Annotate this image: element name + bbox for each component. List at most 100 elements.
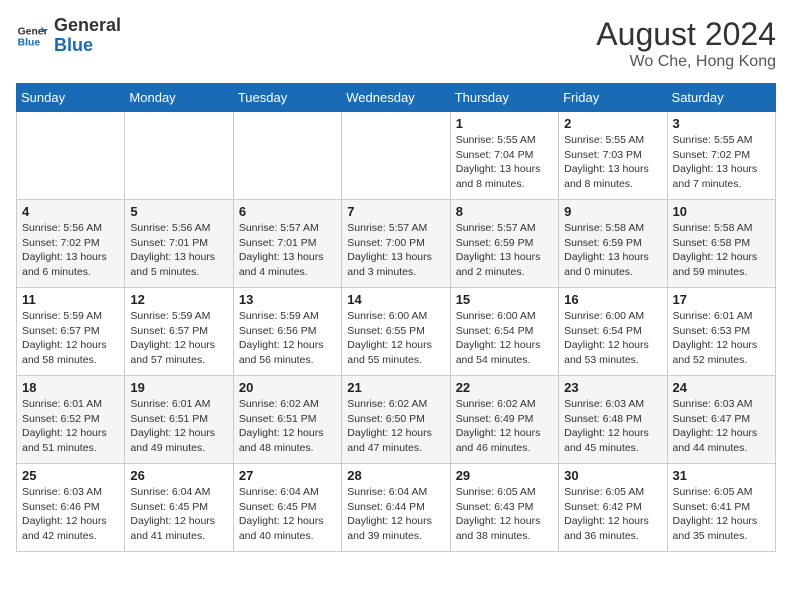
day-number: 24 [673, 380, 770, 395]
day-number: 20 [239, 380, 336, 395]
day-info: Sunrise: 6:02 AMSunset: 6:49 PMDaylight:… [456, 397, 553, 456]
day-info: Sunrise: 5:57 AMSunset: 7:00 PMDaylight:… [347, 221, 444, 280]
day-info: Sunrise: 6:03 AMSunset: 6:46 PMDaylight:… [22, 485, 119, 544]
logo-text: General Blue [54, 16, 121, 56]
day-number: 18 [22, 380, 119, 395]
day-number: 17 [673, 292, 770, 307]
calendar-cell: 28 Sunrise: 6:04 AMSunset: 6:44 PMDayligh… [342, 464, 450, 552]
day-info: Sunrise: 6:01 AMSunset: 6:51 PMDaylight:… [130, 397, 227, 456]
calendar-cell: 18 Sunrise: 6:01 AMSunset: 6:52 PMDayligh… [17, 376, 125, 464]
day-info: Sunrise: 5:56 AMSunset: 7:01 PMDaylight:… [130, 221, 227, 280]
day-number: 8 [456, 204, 553, 219]
calendar-cell: 21 Sunrise: 6:02 AMSunset: 6:50 PMDayligh… [342, 376, 450, 464]
day-info: Sunrise: 5:57 AMSunset: 7:01 PMDaylight:… [239, 221, 336, 280]
day-number: 28 [347, 468, 444, 483]
day-number: 13 [239, 292, 336, 307]
calendar-cell: 27Sunrise: 6:04 AMSunset: 6:45 PMDayligh… [233, 464, 341, 552]
day-number: 12 [130, 292, 227, 307]
day-number: 6 [239, 204, 336, 219]
logo: General Blue General Blue [16, 16, 121, 56]
page-header: General Blue General Blue August 2024 Wo… [16, 16, 776, 71]
day-info: Sunrise: 5:58 AMSunset: 6:58 PMDaylight:… [673, 221, 770, 280]
day-number: 19 [130, 380, 227, 395]
calendar-cell: 19 Sunrise: 6:01 AMSunset: 6:51 PMDayligh… [125, 376, 233, 464]
day-header-tuesday: Tuesday [233, 84, 341, 112]
calendar-cell: 10 Sunrise: 5:58 AMSunset: 6:58 PMDayligh… [667, 200, 775, 288]
calendar-cell: 16 Sunrise: 6:00 AMSunset: 6:54 PMDayligh… [559, 288, 667, 376]
calendar-cell: 5 Sunrise: 5:56 AMSunset: 7:01 PMDaylight… [125, 200, 233, 288]
calendar-cell: 9 Sunrise: 5:58 AMSunset: 6:59 PMDaylight… [559, 200, 667, 288]
day-number: 29 [456, 468, 553, 483]
calendar-cell: 4 Sunrise: 5:56 AMSunset: 7:02 PMDaylight… [17, 200, 125, 288]
day-info: Sunrise: 5:55 AMSunset: 7:02 PMDaylight:… [673, 133, 770, 192]
day-info: Sunrise: 5:56 AMSunset: 7:02 PMDaylight:… [22, 221, 119, 280]
day-number: 16 [564, 292, 661, 307]
day-header-friday: Friday [559, 84, 667, 112]
day-header-wednesday: Wednesday [342, 84, 450, 112]
day-info: Sunrise: 6:02 AMSunset: 6:51 PMDaylight:… [239, 397, 336, 456]
day-info: Sunrise: 6:01 AMSunset: 6:52 PMDaylight:… [22, 397, 119, 456]
day-number: 9 [564, 204, 661, 219]
day-number: 3 [673, 116, 770, 131]
day-number: 31 [673, 468, 770, 483]
svg-text:Blue: Blue [18, 37, 41, 48]
day-info: Sunrise: 6:00 AMSunset: 6:54 PMDaylight:… [456, 309, 553, 368]
calendar-cell [233, 112, 341, 200]
day-info: Sunrise: 6:05 AMSunset: 6:43 PMDaylight:… [456, 485, 553, 544]
calendar-table: SundayMondayTuesdayWednesdayThursdayFrid… [16, 83, 776, 552]
day-info: Sunrise: 6:04 AMSunset: 6:45 PMDaylight:… [239, 485, 336, 544]
day-info: Sunrise: 5:58 AMSunset: 6:59 PMDaylight:… [564, 221, 661, 280]
day-header-monday: Monday [125, 84, 233, 112]
title-block: August 2024 Wo Che, Hong Kong [596, 16, 776, 71]
day-info: Sunrise: 6:03 AMSunset: 6:48 PMDaylight:… [564, 397, 661, 456]
calendar-subtitle: Wo Che, Hong Kong [596, 53, 776, 71]
day-header-sunday: Sunday [17, 84, 125, 112]
calendar-cell: 20 Sunrise: 6:02 AMSunset: 6:51 PMDayligh… [233, 376, 341, 464]
calendar-cell: 13 Sunrise: 5:59 AMSunset: 6:56 PMDayligh… [233, 288, 341, 376]
calendar-cell: 1 Sunrise: 5:55 AMSunset: 7:04 PMDaylight… [450, 112, 558, 200]
day-number: 10 [673, 204, 770, 219]
calendar-week-5: 25 Sunrise: 6:03 AMSunset: 6:46 PMDayligh… [17, 464, 776, 552]
day-number: 1 [456, 116, 553, 131]
calendar-cell: 30 Sunrise: 6:05 AMSunset: 6:42 PMDayligh… [559, 464, 667, 552]
calendar-cell: 3 Sunrise: 5:55 AMSunset: 7:02 PMDaylight… [667, 112, 775, 200]
day-number: 11 [22, 292, 119, 307]
day-info: Sunrise: 6:05 AMSunset: 6:42 PMDaylight:… [564, 485, 661, 544]
calendar-week-2: 4 Sunrise: 5:56 AMSunset: 7:02 PMDaylight… [17, 200, 776, 288]
day-info: Sunrise: 6:02 AMSunset: 6:50 PMDaylight:… [347, 397, 444, 456]
day-number: 23 [564, 380, 661, 395]
calendar-week-4: 18 Sunrise: 6:01 AMSunset: 6:52 PMDayligh… [17, 376, 776, 464]
day-number: 15 [456, 292, 553, 307]
day-info: Sunrise: 6:00 AMSunset: 6:54 PMDaylight:… [564, 309, 661, 368]
calendar-cell: 15 Sunrise: 6:00 AMSunset: 6:54 PMDayligh… [450, 288, 558, 376]
day-number: 22 [456, 380, 553, 395]
calendar-cell [125, 112, 233, 200]
day-number: 25 [22, 468, 119, 483]
day-number: 26 [130, 468, 227, 483]
day-info: Sunrise: 6:03 AMSunset: 6:47 PMDaylight:… [673, 397, 770, 456]
day-number: 5 [130, 204, 227, 219]
logo-icon: General Blue [16, 20, 48, 52]
calendar-cell: 17 Sunrise: 6:01 AMSunset: 6:53 PMDayligh… [667, 288, 775, 376]
day-info: Sunrise: 6:00 AMSunset: 6:55 PMDaylight:… [347, 309, 444, 368]
day-info: Sunrise: 6:04 AMSunset: 6:44 PMDaylight:… [347, 485, 444, 544]
calendar-title: August 2024 [596, 16, 776, 53]
day-info: Sunrise: 6:04 AMSunset: 6:45 PMDaylight:… [130, 485, 227, 544]
day-number: 2 [564, 116, 661, 131]
day-number: 30 [564, 468, 661, 483]
calendar-cell: 25 Sunrise: 6:03 AMSunset: 6:46 PMDayligh… [17, 464, 125, 552]
day-info: Sunrise: 5:55 AMSunset: 7:03 PMDaylight:… [564, 133, 661, 192]
day-header-saturday: Saturday [667, 84, 775, 112]
calendar-cell [342, 112, 450, 200]
day-info: Sunrise: 6:01 AMSunset: 6:53 PMDaylight:… [673, 309, 770, 368]
calendar-cell: 8Sunrise: 5:57 AMSunset: 6:59 PMDaylight… [450, 200, 558, 288]
day-number: 4 [22, 204, 119, 219]
calendar-cell: 29 Sunrise: 6:05 AMSunset: 6:43 PMDayligh… [450, 464, 558, 552]
day-number: 21 [347, 380, 444, 395]
day-number: 14 [347, 292, 444, 307]
day-info: Sunrise: 5:59 AMSunset: 6:56 PMDaylight:… [239, 309, 336, 368]
day-info: Sunrise: 5:55 AMSunset: 7:04 PMDaylight:… [456, 133, 553, 192]
calendar-cell: 31Sunrise: 6:05 AMSunset: 6:41 PMDayligh… [667, 464, 775, 552]
calendar-week-3: 11Sunrise: 5:59 AMSunset: 6:57 PMDayligh… [17, 288, 776, 376]
days-header-row: SundayMondayTuesdayWednesdayThursdayFrid… [17, 84, 776, 112]
